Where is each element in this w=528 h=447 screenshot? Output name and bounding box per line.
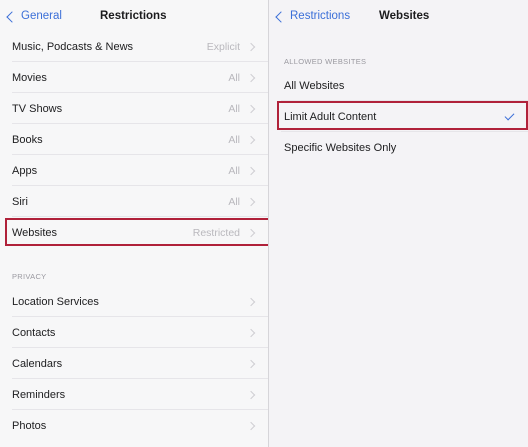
chevron-right-icon bbox=[246, 228, 256, 237]
option-label: All Websites bbox=[284, 79, 345, 92]
row-label: Movies bbox=[12, 71, 47, 84]
page-title: Websites bbox=[379, 10, 430, 22]
chevron-right-icon bbox=[246, 104, 256, 113]
chevron-right-icon bbox=[246, 42, 256, 51]
row-music-podcasts-news[interactable]: Music, Podcasts & News Explicit bbox=[0, 31, 268, 62]
back-to-restrictions-button[interactable]: Restrictions bbox=[275, 10, 351, 23]
option-all-websites[interactable]: All Websites bbox=[269, 70, 528, 101]
chevron-left-icon bbox=[275, 10, 287, 23]
allowed-websites-section-header: ALLOWED WEBSITES bbox=[284, 57, 367, 66]
row-location-services[interactable]: Location Services bbox=[0, 286, 268, 317]
row-apps[interactable]: Apps All bbox=[0, 155, 268, 186]
page-title: Restrictions bbox=[100, 10, 167, 22]
row-label: Websites bbox=[12, 226, 58, 239]
row-value: All bbox=[228, 195, 240, 208]
row-siri[interactable]: Siri All bbox=[0, 186, 268, 217]
chevron-right-icon bbox=[246, 135, 256, 144]
privacy-section-header: PRIVACY bbox=[12, 272, 47, 281]
option-label: Specific Websites Only bbox=[284, 141, 397, 154]
row-label: Contacts bbox=[12, 326, 56, 339]
row-value: All bbox=[228, 71, 240, 84]
row-value: All bbox=[228, 102, 240, 115]
websites-navbar: Restrictions Websites bbox=[269, 0, 528, 34]
chevron-right-icon bbox=[246, 166, 256, 175]
row-reminders[interactable]: Reminders bbox=[0, 379, 268, 410]
chevron-right-icon bbox=[246, 359, 256, 368]
row-label: Reminders bbox=[12, 388, 66, 401]
restrictions-navbar: General Restrictions bbox=[0, 0, 268, 34]
row-label: Photos bbox=[12, 419, 47, 432]
row-value: All bbox=[228, 164, 240, 177]
back-label: Restrictions bbox=[290, 10, 351, 22]
row-value: Restricted bbox=[192, 226, 240, 239]
row-label: Siri bbox=[12, 195, 28, 208]
row-contacts[interactable]: Contacts bbox=[0, 317, 268, 348]
row-label: Books bbox=[12, 133, 43, 146]
chevron-right-icon bbox=[246, 390, 256, 399]
row-websites[interactable]: Websites Restricted bbox=[0, 217, 268, 248]
row-label: Calendars bbox=[12, 357, 63, 370]
row-tv-shows[interactable]: TV Shows All bbox=[0, 93, 268, 124]
option-limit-adult-content[interactable]: Limit Adult Content bbox=[269, 101, 528, 132]
row-movies[interactable]: Movies All bbox=[0, 62, 268, 93]
option-specific-websites-only[interactable]: Specific Websites Only bbox=[269, 132, 528, 163]
row-label: Location Services bbox=[12, 295, 99, 308]
restrictions-pane: General Restrictions Music, Podcasts & N… bbox=[0, 0, 268, 447]
checkmark-icon bbox=[504, 110, 515, 120]
back-label: General bbox=[21, 10, 62, 22]
chevron-left-icon bbox=[6, 10, 18, 23]
chevron-right-icon bbox=[246, 73, 256, 82]
row-value: Explicit bbox=[206, 40, 240, 53]
row-label: Music, Podcasts & News bbox=[12, 40, 134, 53]
row-label: TV Shows bbox=[12, 102, 63, 115]
row-photos[interactable]: Photos bbox=[0, 410, 268, 441]
row-label: Apps bbox=[12, 164, 38, 177]
option-label: Limit Adult Content bbox=[284, 110, 377, 123]
websites-pane: Restrictions Websites ALLOWED WEBSITES A… bbox=[269, 0, 528, 447]
chevron-right-icon bbox=[246, 297, 256, 306]
chevron-right-icon bbox=[246, 197, 256, 206]
back-to-general-button[interactable]: General bbox=[6, 10, 62, 23]
row-calendars[interactable]: Calendars bbox=[0, 348, 268, 379]
row-books[interactable]: Books All bbox=[0, 124, 268, 155]
chevron-right-icon bbox=[246, 328, 256, 337]
row-value: All bbox=[228, 133, 240, 146]
chevron-right-icon bbox=[246, 421, 256, 430]
